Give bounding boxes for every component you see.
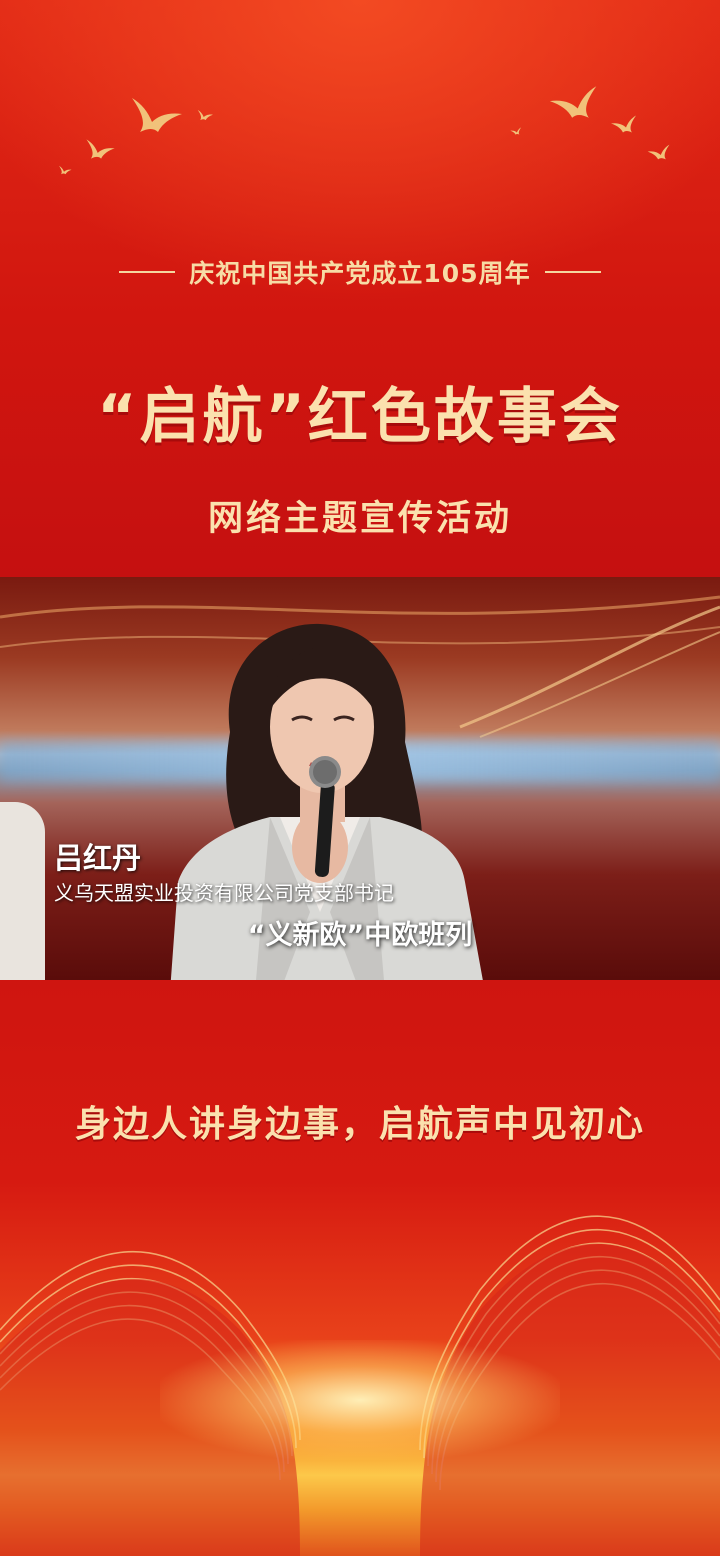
speaker-role: 义乌天盟实业投资有限公司党支部书记: [54, 881, 394, 905]
video-frame[interactable]: 吕红丹 义乌天盟实业投资有限公司党支部书记 “义新欧”中欧班列: [0, 577, 720, 980]
dove-icon: [86, 139, 115, 159]
divider: [544, 271, 601, 273]
dove-icon: [510, 127, 522, 135]
anniversary-subtitle: 庆祝中国共产党成立105周年: [189, 259, 531, 288]
slogan: 身边人讲身边事，启航声中见初心: [74, 1103, 645, 1145]
dove-icon: [59, 165, 72, 175]
dove-icon: [132, 98, 182, 132]
video-subtitle: “义新欧”中欧班列: [247, 920, 473, 951]
poster-footer: 身边人讲身边事，启航声中见初心: [0, 980, 720, 1556]
speaker-name: 吕红丹: [54, 841, 142, 875]
poster-header: 庆祝中国共产党成立105周年 “启航”红色故事会 网络主题宣传活动: [0, 0, 720, 577]
dove-icon: [197, 109, 213, 121]
dove-icon: [647, 144, 670, 160]
dove-icon: [611, 115, 636, 133]
divider: [119, 271, 176, 273]
sub-title: 网络主题宣传活动: [207, 499, 512, 539]
background-person: [0, 802, 45, 980]
dove-icon: [549, 86, 597, 118]
main-title: “启航”红色故事会: [97, 382, 623, 452]
event-subtitle-row: 庆祝中国共产党成立105周年: [0, 252, 720, 292]
sunrise-glow: [160, 1340, 560, 1460]
